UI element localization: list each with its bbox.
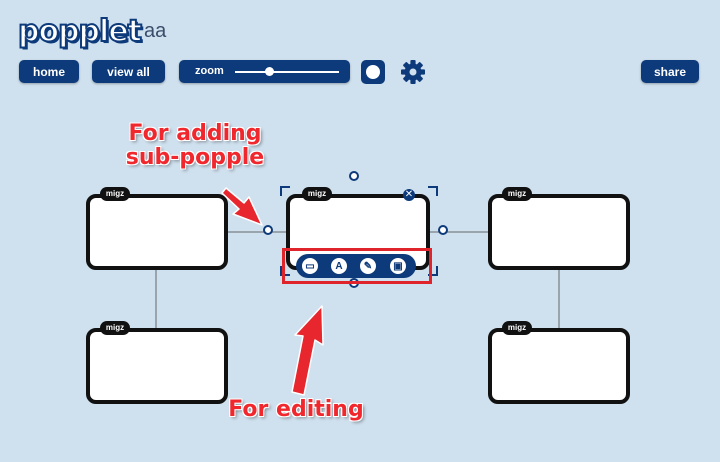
annotation-add-subpopple: For adding sub-popple (125, 121, 265, 170)
annotation-arrows (221, 187, 324, 396)
annotation-editing: For editing (228, 397, 364, 422)
